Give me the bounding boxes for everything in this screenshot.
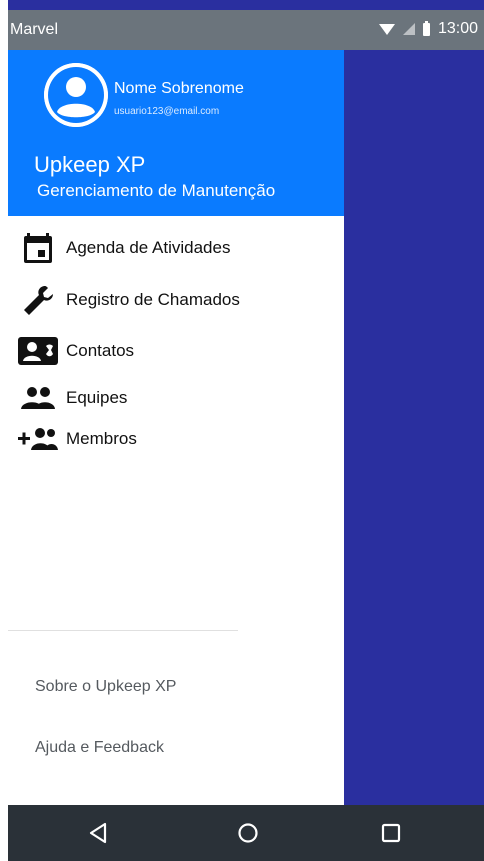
help-feedback-link[interactable]: Ajuda e Feedback [35, 739, 164, 757]
status-app-title: Marvel [10, 21, 59, 38]
navigation-drawer: Nome Sobrenome usuario123@email.com Upke… [8, 50, 344, 805]
people-icon [18, 378, 58, 418]
back-icon[interactable] [84, 819, 112, 847]
wrench-icon [18, 280, 58, 320]
system-nav-bar [8, 805, 484, 861]
app-subtitle: Gerenciamento de Manutenção [37, 181, 276, 200]
drawer-header: Nome Sobrenome usuario123@email.com Upke… [8, 50, 344, 216]
signal-icon [402, 23, 415, 35]
battery-icon [422, 20, 430, 36]
about-link[interactable]: Sobre o Upkeep XP [35, 678, 176, 696]
menu-label: Equipes [66, 388, 128, 407]
menu-label: Contatos [66, 341, 135, 360]
status-bar: Marvel 13:00 [8, 10, 484, 50]
menu-divider [8, 630, 238, 631]
left-edge [0, 0, 8, 861]
contacts-icon [18, 331, 58, 371]
user-email: usuario123@email.com [114, 106, 220, 117]
menu-label: Membros [66, 429, 137, 448]
menu-label: Agenda de Atividades [66, 238, 231, 257]
menu-label: Registro de Chamados [66, 290, 240, 309]
avatar[interactable] [44, 63, 108, 127]
user-name: Nome Sobrenome [114, 80, 244, 97]
phone-screen: Marvel 13:00 Nome Sobrenome usuario123@e… [8, 0, 484, 861]
app-title: Upkeep XP [34, 152, 146, 177]
person-icon [44, 63, 108, 127]
calendar-icon [18, 228, 58, 268]
menu-item-equipes[interactable]: Equipes [8, 376, 344, 420]
menu-item-contatos[interactable]: Contatos [8, 329, 344, 373]
menu-item-chamados[interactable]: Registro de Chamados [8, 278, 344, 322]
home-icon[interactable] [234, 819, 262, 847]
wifi-icon [378, 23, 395, 35]
status-icons: 13:00 [378, 20, 478, 38]
recents-icon[interactable] [377, 819, 405, 847]
add-group-icon [18, 419, 58, 459]
menu-item-membros[interactable]: Membros [8, 417, 344, 461]
status-time: 13:00 [437, 20, 478, 37]
menu-item-agenda[interactable]: Agenda de Atividades [8, 226, 344, 270]
